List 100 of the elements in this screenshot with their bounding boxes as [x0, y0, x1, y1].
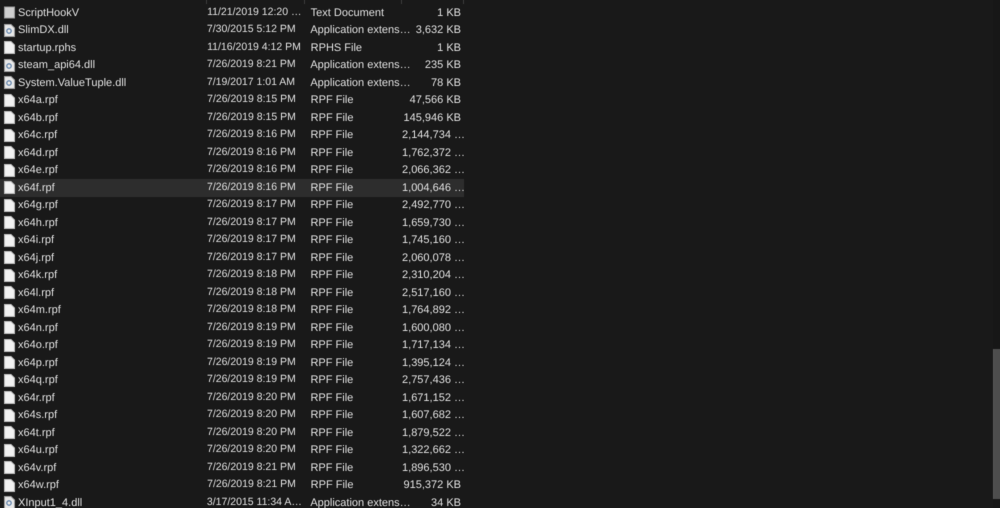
file-name: XInput1_4.dll [18, 496, 82, 508]
file-row[interactable]: x64p.rpf 7/26/2019 8:19 PM RPF File 1,395,124 … [0, 354, 464, 372]
date-modified: 7/26/2019 8:16 PM [206, 180, 296, 193]
date-modified: 7/26/2019 8:17 PM [206, 198, 296, 210]
file-size: 1,004,646 … [402, 182, 466, 194]
file-name: x64g.rpf [18, 198, 58, 213]
file-name: x64t.rpf [18, 426, 55, 440]
file-row[interactable]: System.ValueTuple.dll 7/19/2017 1:01 AM Application extens… 78 KB [0, 74, 464, 92]
file-row[interactable]: x64u.rpf 7/26/2019 8:20 PM RPF File 1,322,662 … [0, 442, 464, 459]
file-size: 1,671,152 … [402, 392, 466, 404]
date-modified: 7/26/2019 8:15 PM [207, 110, 296, 123]
date-modified: 11/16/2019 4:12 PM [207, 40, 301, 53]
file-row[interactable]: x64t.rpf 7/26/2019 8:20 PM RPF File 1,879,522 … [0, 424, 464, 442]
file-size: 1,322,662 … [402, 444, 466, 456]
file-name: x64m.rpf [18, 303, 61, 318]
date-modified: 7/19/2017 1:01 AM [206, 76, 296, 88]
file-type: RPF File [310, 409, 354, 421]
file-type: Application extens… [310, 496, 411, 508]
file-row[interactable]: x64e.rpf 7/26/2019 8:16 PM RPF File 2,066,362 … [0, 162, 464, 179]
file-size: 915,372 KB [404, 479, 461, 491]
date-modified: 7/26/2019 8:17 PM [206, 250, 296, 263]
file-size: 1,896,530 … [402, 462, 466, 474]
file-row[interactable]: x64s.rpf 7/26/2019 8:20 PM RPF File 1,607,682 … [0, 406, 464, 424]
file-row[interactable]: x64n.rpf 7/26/2019 8:19 PM RPF File 1,600,080 … [0, 319, 464, 336]
file-name: x64s.rpf [18, 408, 58, 423]
file-type: RPF File [310, 129, 354, 141]
file-row[interactable]: x64k.rpf 7/26/2019 8:18 PM RPF File 2,310,204 … [0, 266, 464, 284]
file-size: 2,492,770 … [402, 199, 466, 211]
file-size: 1 KB [437, 6, 461, 18]
file-row[interactable]: x64d.rpf 7/26/2019 8:16 PM RPF File 1,762,372 … [0, 144, 464, 162]
file-row[interactable]: x64r.rpf 7/26/2019 8:20 PM RPF File 1,671,152 … [0, 389, 464, 406]
file-size: 47,566 KB [410, 94, 461, 106]
file-row[interactable]: x64c.rpf 7/26/2019 8:16 PM RPF File 2,144,734 … [0, 126, 464, 144]
file-type: RPF File [310, 234, 354, 246]
date-modified: 11/21/2019 12:20 … [207, 6, 302, 18]
file-size: 2,757,436 … [402, 374, 466, 386]
file-type: Application extens… [310, 24, 411, 36]
file-row[interactable]: x64h.rpf 7/26/2019 8:17 PM RPF File 1,659,730 … [0, 214, 464, 232]
file-size: 1,745,160 … [402, 234, 466, 246]
file-size: 1,607,682 … [402, 409, 466, 421]
file-row[interactable]: x64w.rpf 7/26/2019 8:21 PM RPF File 915,372 KB [0, 476, 464, 494]
file-type: RPF File [310, 444, 354, 456]
file-name: x64l.rpf [18, 286, 54, 300]
file-type: RPF File [310, 339, 354, 351]
file-row[interactable]: x64f.rpf 7/26/2019 8:16 PM RPF File 1,004,646 … [0, 179, 464, 196]
file-name: x64i.rpf [18, 233, 54, 248]
file-name: x64h.rpf [18, 216, 58, 230]
file-name: x64f.rpf [18, 180, 55, 196]
file-name: x64d.rpf [18, 146, 58, 160]
file-row[interactable]: x64g.rpf 7/26/2019 8:17 PM RPF File 2,492,770 … [0, 196, 464, 214]
file-row[interactable]: XInput1_4.dll 3/17/2015 11:34 A… Application extens… 34 KB [0, 494, 464, 508]
file-name: x64n.rpf [18, 320, 58, 336]
date-modified: 7/26/2019 8:19 PM [206, 320, 296, 333]
file-row[interactable]: SlimDX.dll 7/30/2015 5:12 PM Application extens… 3,632 KB [0, 22, 464, 39]
file-size: 1,879,522 … [402, 426, 466, 438]
file-size: 235 KB [424, 59, 462, 71]
file-name: x64u.rpf [18, 443, 58, 458]
file-name: x64b.rpf [18, 110, 58, 126]
file-size: 78 KB [431, 76, 462, 88]
file-type: RPF File [310, 322, 354, 334]
file-row[interactable]: x64m.rpf 7/26/2019 8:18 PM RPF File 1,764,892 … [0, 302, 464, 319]
file-row[interactable]: x64o.rpf 7/26/2019 8:19 PM RPF File 1,717,134 … [0, 336, 464, 354]
file-size: 1,764,892 … [402, 304, 466, 316]
date-modified: 7/30/2015 5:12 PM [206, 23, 296, 36]
date-modified: 7/26/2019 8:19 PM [206, 338, 296, 350]
file-name: x64w.rpf [18, 478, 59, 493]
date-modified: 7/26/2019 8:16 PM [206, 146, 296, 158]
date-modified: 7/26/2019 8:16 PM [206, 128, 296, 140]
file-type: RPF File [310, 286, 354, 298]
file-name: System.ValueTuple.dll [18, 76, 126, 90]
file-row[interactable]: ScriptHookV 11/21/2019 12:20 … Text Document 1 KB [0, 4, 464, 22]
date-modified: 7/26/2019 8:20 PM [206, 390, 296, 403]
file-row[interactable]: x64a.rpf 7/26/2019 8:15 PM RPF File 47,566 KB [0, 92, 464, 109]
file-size: 2,060,078 … [402, 252, 466, 264]
file-size: 1,659,730 … [402, 216, 466, 228]
file-name: x64e.rpf [18, 163, 58, 178]
date-modified: 7/26/2019 8:20 PM [206, 443, 296, 456]
file-size: 2,144,734 … [402, 129, 466, 141]
file-type: RPF File [310, 164, 354, 176]
file-name: ScriptHookV [18, 6, 80, 20]
file-row[interactable]: x64l.rpf 7/26/2019 8:18 PM RPF File 2,517,160 … [0, 284, 464, 302]
file-row[interactable]: x64v.rpf 7/26/2019 8:21 PM RPF File 1,896,530 … [0, 459, 464, 476]
date-modified: 7/26/2019 8:19 PM [206, 356, 296, 368]
file-type: RPHS File [310, 42, 362, 54]
file-name: x64k.rpf [18, 268, 58, 283]
file-type: RPF File [310, 199, 354, 211]
file-type: Application extens… [310, 59, 411, 71]
file-row[interactable]: x64i.rpf 7/26/2019 8:17 PM RPF File 1,745,160 … [0, 232, 464, 249]
file-row[interactable]: x64j.rpf 7/26/2019 8:17 PM RPF File 2,060,078 … [0, 249, 464, 266]
file-size: 1,762,372 … [402, 146, 466, 158]
file-size: 1 KB [437, 42, 461, 54]
date-modified: 3/17/2015 11:34 A… [206, 496, 302, 508]
file-type: RPF File [310, 304, 354, 316]
date-modified: 7/26/2019 8:20 PM [206, 426, 296, 438]
file-row[interactable]: x64q.rpf 7/26/2019 8:19 PM RPF File 2,757,436 … [0, 372, 464, 389]
file-type: RPF File [310, 374, 354, 386]
file-type: Text Document [310, 6, 384, 18]
file-row[interactable]: startup.rphs 11/16/2019 4:12 PM RPHS File 1 KB [0, 39, 464, 56]
file-row[interactable]: x64b.rpf 7/26/2019 8:15 PM RPF File 145,946 KB [0, 109, 464, 126]
file-row[interactable]: steam_api64.dll 7/26/2019 8:21 PM Application extens… 235 KB [0, 56, 464, 74]
